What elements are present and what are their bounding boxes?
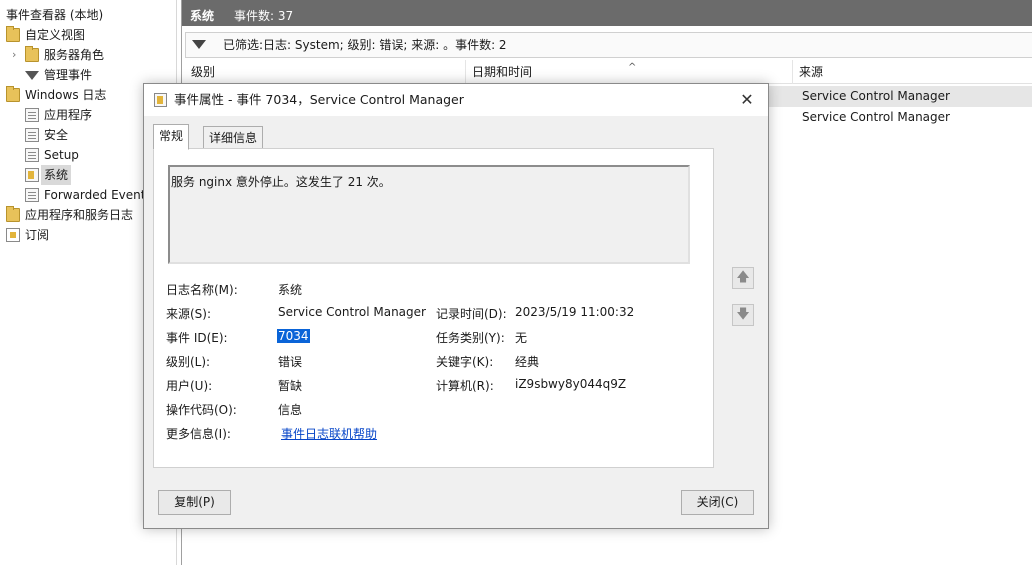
column-header-level[interactable]: 级别 bbox=[185, 60, 466, 84]
event-log-icon bbox=[154, 93, 167, 107]
dialog-title: 事件属性 - 事件 7034，Service Control Manager bbox=[174, 92, 464, 107]
tree-item-label: 应用程序 bbox=[44, 108, 93, 122]
sort-asc-icon: ^ bbox=[628, 62, 637, 73]
tab-panel-general: 服务 nginx 意外停止。这发生了 21 次。 日志名称(M): 系统 来源(… bbox=[153, 148, 714, 468]
value-opcode: 信息 bbox=[278, 403, 303, 417]
tree-root-label: 事件查看器 (本地) bbox=[6, 8, 104, 22]
column-header-source[interactable]: 来源 bbox=[793, 60, 1032, 84]
folder-icon bbox=[6, 206, 20, 222]
event-description[interactable]: 服务 nginx 意外停止。这发生了 21 次。 bbox=[168, 165, 690, 264]
copy-button[interactable]: 复制(P) bbox=[158, 490, 231, 515]
row-source: Service Control Manager bbox=[802, 89, 950, 103]
label-logged: 记录时间(D): bbox=[436, 307, 507, 321]
label-log-name: 日志名称(M): bbox=[166, 283, 238, 297]
tab-general[interactable]: 常规 bbox=[153, 124, 190, 150]
value-task: 无 bbox=[515, 331, 528, 345]
close-icon[interactable]: ✕ bbox=[732, 84, 762, 116]
label-event-id: 事件 ID(E): bbox=[166, 331, 228, 345]
chevron-right-icon[interactable]: › bbox=[12, 45, 16, 65]
arrow-up-icon[interactable]: 🡅 bbox=[732, 267, 754, 289]
tree-item-label: 安全 bbox=[44, 128, 69, 142]
grid-header: 级别 日期和时间 ^ 来源 bbox=[185, 60, 1032, 84]
filter-bar: 已筛选:日志: System; 级别: 错误; 来源: 。事件数: 2 bbox=[185, 32, 1032, 58]
log-icon bbox=[25, 148, 39, 162]
value-user: 暂缺 bbox=[278, 379, 303, 393]
value-source: Service Control Manager bbox=[278, 305, 426, 319]
label-user: 用户(U): bbox=[166, 379, 213, 393]
log-icon bbox=[25, 108, 39, 122]
tab-details[interactable]: 详细信息 bbox=[203, 126, 264, 150]
folder-icon bbox=[6, 26, 20, 42]
value-level: 错误 bbox=[278, 355, 303, 369]
log-icon bbox=[25, 188, 39, 202]
pane-title: 系统 bbox=[190, 9, 215, 23]
tree-item-label: 自定义视图 bbox=[25, 28, 86, 42]
tree-item-label: Setup bbox=[44, 148, 79, 162]
label-more-info: 更多信息(I): bbox=[166, 427, 231, 441]
online-help-link[interactable]: 事件日志联机帮助 bbox=[281, 425, 377, 442]
event-count: 事件数: 37 bbox=[234, 9, 294, 23]
tree-item-label: 管理事件 bbox=[44, 68, 93, 82]
value-computer: iZ9sbwy8y044q9Z bbox=[515, 377, 627, 391]
folder-icon bbox=[25, 46, 39, 62]
log-icon bbox=[25, 168, 39, 182]
label-level: 级别(L): bbox=[166, 355, 211, 369]
pane-header: 系统 事件数: 37 bbox=[182, 0, 1032, 26]
subscription-icon bbox=[6, 228, 20, 242]
dialog-title-bar[interactable]: 事件属性 - 事件 7034，Service Control Manager ✕ bbox=[144, 84, 768, 116]
filter-icon bbox=[25, 71, 39, 85]
tree-item-label: Forwarded Events bbox=[44, 188, 152, 202]
label-keywords: 关键字(K): bbox=[436, 355, 494, 369]
filter-text: 已筛选:日志: System; 级别: 错误; 来源: 。事件数: 2 bbox=[223, 38, 507, 52]
value-log-name: 系统 bbox=[278, 283, 303, 297]
label-opcode: 操作代码(O): bbox=[166, 403, 237, 417]
tree-item-label: 应用程序和服务日志 bbox=[25, 208, 134, 222]
log-icon bbox=[25, 128, 39, 142]
row-source: Service Control Manager bbox=[802, 110, 950, 124]
close-button[interactable]: 关闭(C) bbox=[681, 490, 754, 515]
tree-item-label: 系统 bbox=[41, 165, 72, 185]
label-computer: 计算机(R): bbox=[436, 379, 494, 393]
label-source: 来源(S): bbox=[166, 307, 212, 321]
value-logged: 2023/5/19 11:00:32 bbox=[515, 305, 635, 319]
value-keywords: 经典 bbox=[515, 355, 540, 369]
folder-icon bbox=[6, 86, 20, 102]
tree-item-label: Windows 日志 bbox=[25, 88, 107, 102]
tree-item-label: 订阅 bbox=[25, 228, 50, 242]
arrow-down-icon[interactable]: 🡇 bbox=[732, 304, 754, 326]
tree-item-label: 服务器角色 bbox=[44, 48, 105, 62]
value-event-id[interactable]: 7034 bbox=[277, 329, 310, 343]
filter-icon bbox=[192, 40, 206, 49]
label-task: 任务类别(Y): bbox=[436, 331, 505, 345]
event-properties-dialog: 事件属性 - 事件 7034，Service Control Manager ✕… bbox=[143, 83, 769, 529]
